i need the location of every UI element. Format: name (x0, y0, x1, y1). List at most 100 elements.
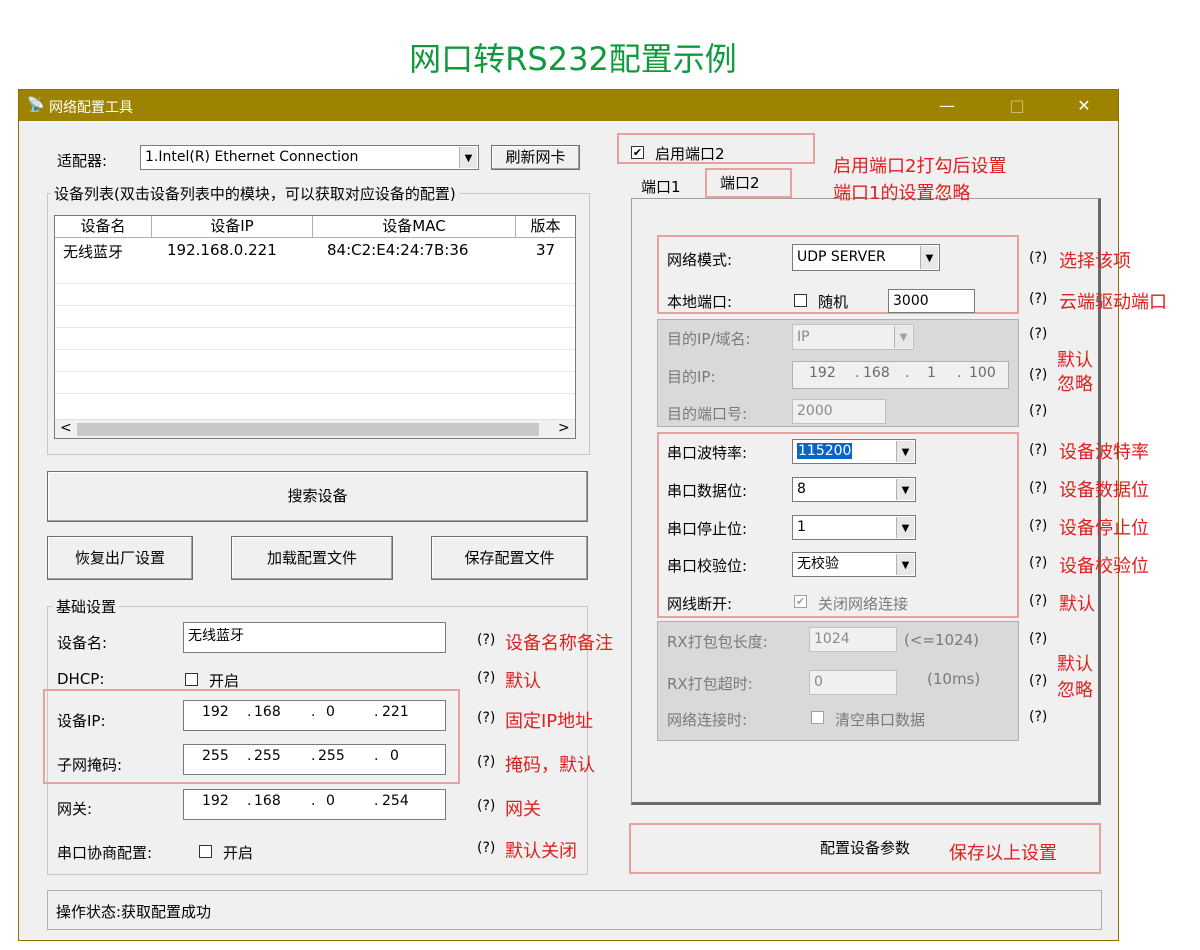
dest-ip-input[interactable]: 192. 168. 1. 100 (792, 361, 1009, 389)
close-connection-label: 关闭网络连接 (818, 595, 909, 613)
chevron-down-icon[interactable]: ▼ (896, 479, 914, 500)
dest-port-label: 目的端口号: (667, 405, 748, 423)
gateway-input[interactable]: 192. 168. 0. 254 (183, 789, 446, 820)
help-icon[interactable]: (?) (1029, 631, 1047, 647)
baud-rate-value: 115200 (797, 443, 853, 459)
dest-port-input[interactable]: 2000 (792, 399, 886, 424)
help-icon[interactable]: (?) (1029, 250, 1047, 266)
help-icon[interactable]: (?) (477, 754, 495, 770)
ip-octet: 255 (202, 748, 229, 764)
help-icon[interactable]: (?) (1029, 291, 1047, 307)
device-ip-label: 设备IP: (57, 712, 106, 730)
help-icon[interactable]: (?) (1029, 673, 1047, 689)
refresh-adapter-button[interactable]: 刷新网卡 (491, 145, 580, 170)
help-icon[interactable]: (?) (1029, 555, 1047, 571)
ip-octet: 254 (382, 793, 409, 809)
rx-length-label: RX打包包长度: (667, 633, 768, 651)
rx-timeout-input[interactable]: 0 (809, 670, 897, 695)
help-icon[interactable]: (?) (1029, 403, 1047, 419)
ip-octet: 192 (202, 704, 229, 720)
chevron-down-icon[interactable]: ▼ (896, 554, 914, 575)
maximize-button[interactable]: □ (994, 90, 1040, 121)
scroll-right-icon[interactable]: > (558, 420, 570, 436)
network-mode-select[interactable]: UDP SERVER ▼ (792, 244, 940, 271)
annotation-ignore: 忽略 (1057, 374, 1093, 395)
device-name-label: 设备名: (57, 634, 108, 652)
help-icon[interactable]: (?) (1029, 367, 1047, 383)
ip-octet: 192 (809, 365, 836, 381)
ip-octet: 100 (969, 365, 996, 381)
cell-name: 无线蓝牙 (63, 243, 124, 261)
save-config-button[interactable]: 保存配置文件 (431, 536, 588, 580)
scroll-left-icon[interactable]: < (60, 420, 72, 436)
title-bar[interactable]: 📡 网络配置工具 — □ ✕ (19, 90, 1118, 121)
dest-ip-label: 目的IP: (667, 368, 716, 386)
chevron-down-icon[interactable]: ▼ (896, 441, 914, 462)
random-port-label: 随机 (818, 293, 849, 311)
local-port-input[interactable]: 3000 (888, 289, 975, 313)
help-icon[interactable]: (?) (1029, 480, 1047, 496)
help-icon[interactable]: (?) (1029, 326, 1047, 342)
stop-bits-value: 1 (797, 519, 806, 535)
factory-reset-button[interactable]: 恢复出厂设置 (47, 536, 193, 580)
adapter-select[interactable]: 1.Intel(R) Ethernet Connection ▼ (140, 145, 479, 170)
help-icon[interactable]: (?) (1029, 593, 1047, 609)
help-icon[interactable]: (?) (477, 632, 495, 648)
annotation-port1-ignored: 端口1的设置忽略 (833, 183, 971, 204)
scrollbar-thumb[interactable] (77, 423, 539, 436)
rx-length-hint: (<=1024) (904, 631, 980, 649)
help-icon[interactable]: (?) (477, 798, 495, 814)
tab-port1[interactable]: 端口1 (641, 176, 681, 197)
clear-serial-checkbox[interactable] (811, 711, 824, 724)
annotation-baud: 设备波特率 (1059, 442, 1149, 463)
help-icon[interactable]: (?) (1029, 709, 1047, 725)
ip-octet: 168 (254, 793, 281, 809)
parity-value: 无校验 (797, 556, 839, 572)
dhcp-checkbox[interactable] (185, 673, 198, 686)
column-header-mac[interactable]: 设备MAC (313, 216, 516, 237)
device-name-input[interactable]: 无线蓝牙 (183, 622, 446, 653)
column-header-ip[interactable]: 设备IP (152, 216, 313, 237)
chevron-down-icon[interactable]: ▼ (459, 147, 477, 168)
device-ip-input[interactable]: 192. 168. 0. 221 (183, 700, 446, 731)
help-icon[interactable]: (?) (477, 710, 495, 726)
dest-host-label: 目的IP/域名: (667, 330, 751, 348)
help-icon[interactable]: (?) (1029, 442, 1047, 458)
parity-select[interactable]: 无校验 ▼ (792, 552, 916, 577)
enable-port2-checkbox[interactable]: ✔ (631, 146, 644, 159)
rx-length-input[interactable]: 1024 (809, 627, 897, 652)
serial-negotiation-option: 开启 (223, 844, 254, 862)
load-config-button[interactable]: 加载配置文件 (231, 536, 393, 580)
help-icon[interactable]: (?) (477, 840, 495, 856)
subnet-mask-input[interactable]: 255. 255. 255. 0 (183, 744, 446, 775)
network-tool-icon: 📡 (27, 97, 45, 113)
chevron-down-icon[interactable]: ▼ (920, 246, 938, 269)
adapter-value: 1.Intel(R) Ethernet Connection (145, 149, 359, 165)
stop-bits-select[interactable]: 1 ▼ (792, 515, 916, 540)
help-icon[interactable]: (?) (477, 670, 495, 686)
minimize-button[interactable]: — (924, 90, 970, 121)
search-devices-button[interactable]: 搜索设备 (47, 471, 588, 522)
rx-timeout-label: RX打包超时: (667, 675, 753, 693)
chevron-down-icon[interactable]: ▼ (896, 517, 914, 538)
disconnect-label: 网线断开: (667, 595, 733, 613)
data-bits-select[interactable]: 8 ▼ (792, 477, 916, 502)
close-button[interactable]: ✕ (1061, 90, 1107, 121)
baud-rate-select[interactable]: 115200 ▼ (792, 439, 916, 464)
chevron-down-icon[interactable]: ▼ (894, 326, 912, 348)
dest-host-select[interactable]: IP ▼ (792, 324, 914, 350)
close-connection-checkbox[interactable]: ✔ (794, 595, 807, 608)
table-row[interactable]: 无线蓝牙 192.168.0.221 84:C2:E4:24:7B:36 37 (55, 239, 575, 261)
column-header-name[interactable]: 设备名 (55, 216, 152, 237)
serial-negotiation-checkbox[interactable] (199, 845, 212, 858)
device-list-title: 设备列表(双击设备列表中的模块，可以获取对应设备的配置) (51, 183, 459, 204)
horizontal-scrollbar[interactable]: < > (55, 419, 575, 438)
gateway-label: 网关: (57, 800, 93, 818)
column-header-version[interactable]: 版本 (516, 216, 575, 237)
row-divider (55, 349, 575, 350)
parity-label: 串口校验位: (667, 557, 748, 575)
device-table[interactable]: 设备名 设备IP 设备MAC 版本 无线蓝牙 192.168.0.221 84:… (54, 215, 576, 439)
help-icon[interactable]: (?) (1029, 518, 1047, 534)
random-port-checkbox[interactable] (794, 294, 807, 307)
ip-octet: 168 (863, 365, 890, 381)
